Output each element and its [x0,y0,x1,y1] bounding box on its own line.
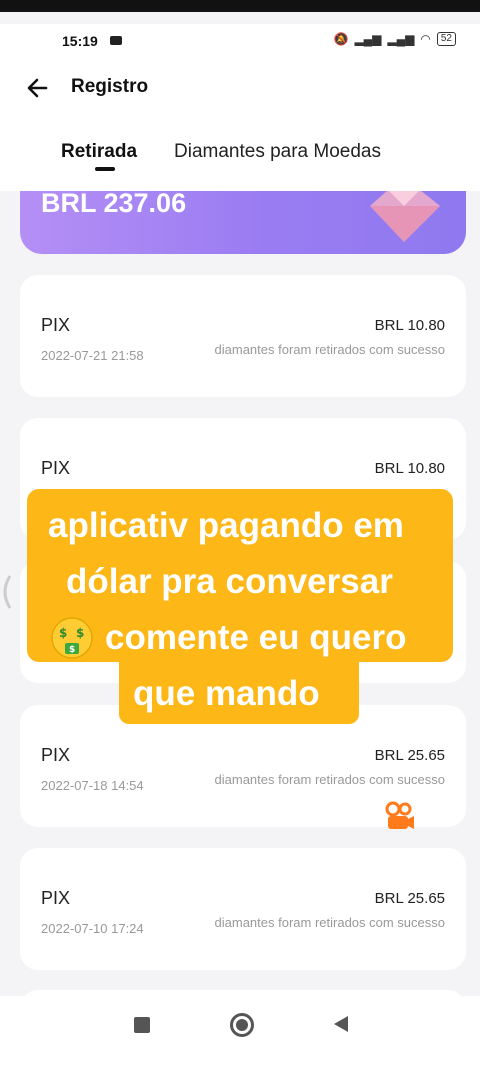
header: Registro Retirada Diamantes para Moedas [0,56,480,191]
money-mouth-face-icon: $ $ $ [51,617,93,659]
caption-line: que mando [133,674,320,713]
camera-icon [110,36,122,45]
caption-line: aplicativ pagando em [48,506,404,545]
status-time: 15:19 [62,33,98,49]
battery-icon: 52 [436,32,456,46]
record-description: diamantes foram retirados com sucesso [214,772,445,787]
record-amount: BRL 25.65 [374,890,445,907]
list-item[interactable]: PIX BRL 10.80 2022-07-21 21:58 diamantes… [20,275,466,397]
record-method: PIX [41,745,71,765]
svg-text:$: $ [69,645,75,655]
kwai-logo-icon [385,801,414,829]
record-amount: BRL 25.65 [374,747,445,764]
edge-swipe-hint [3,575,12,609]
record-method: PIX [41,315,71,335]
record-date: 2022-07-10 17:24 [41,921,144,936]
android-nav-bar [0,996,480,1066]
back-button[interactable] [334,1016,348,1032]
record-description: diamantes foram retirados com sucesso [214,342,445,357]
arrow-left-icon[interactable] [24,74,52,102]
home-button[interactable] [230,1013,254,1037]
record-amount: BRL 10.80 [374,460,445,477]
balance-amount: BRL 237.06 [41,188,187,218]
record-date: 2022-07-18 14:54 [41,778,144,793]
tab-retirada[interactable]: Retirada [61,141,137,163]
record-method: PIX [41,888,71,908]
balance-card: BRL 237.06 [20,180,466,254]
svg-text:$: $ [76,626,84,640]
tab-diamantes-para-moedas[interactable]: Diamantes para Moedas [174,141,381,163]
record-description: diamantes foram retirados com sucesso [214,915,445,930]
caption-line: dólar pra conversar [66,562,393,601]
signal-icon: ▂▄▆ [354,32,382,46]
svg-text:$: $ [59,626,67,640]
page-title: Registro [71,76,149,97]
status-icons: 🔕 ▂▄▆ ▂▄▆ ◠ 52 [333,32,456,46]
list-item[interactable]: PIX BRL 25.65 2022-07-10 17:24 diamantes… [20,848,466,970]
recent-apps-button[interactable] [134,1017,150,1033]
status-bar: 15:19 🔕 ▂▄▆ ▂▄▆ ◠ 52 [0,24,480,56]
wifi-icon: ◠ [420,32,431,46]
mute-icon: 🔕 [333,32,349,46]
record-method: PIX [41,458,71,478]
record-amount: BRL 10.80 [374,317,445,334]
record-date: 2022-07-21 21:58 [41,348,144,363]
signal-icon-2: ▂▄▆ [387,32,415,46]
active-tab-indicator [95,167,115,171]
caption-line: comente eu quero [105,618,407,657]
diamond-icon [370,190,440,242]
